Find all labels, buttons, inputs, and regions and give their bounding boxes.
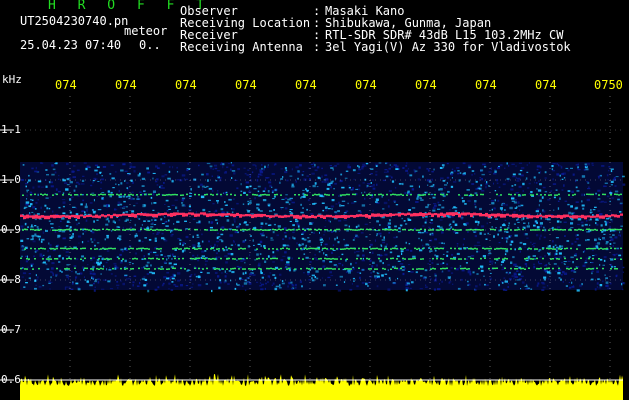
time-tick-label: 074 — [235, 78, 257, 92]
time-tick-label: 074 — [475, 78, 497, 92]
y-tick-label: 0.8 — [1, 273, 21, 286]
y-tick-label: 0.6 — [1, 373, 21, 386]
mode-tag: meteor — [124, 24, 168, 38]
file-name: UT2504230740.pn — [20, 14, 129, 28]
counter-label: 0.. — [139, 38, 161, 52]
signal-level-trace — [20, 374, 623, 400]
y-tick-label: 1.0 — [1, 173, 21, 186]
time-tick-label: 074 — [55, 78, 77, 92]
time-tick-label: 074 — [295, 78, 317, 92]
time-tick-label: 074 — [115, 78, 137, 92]
time-tick-label: 074 — [535, 78, 557, 92]
y-tick-label: 1.1 — [1, 123, 21, 136]
y-axis-unit: kHz — [2, 73, 22, 86]
noise-band — [20, 162, 626, 293]
y-tick-label: 0.7 — [1, 323, 21, 336]
spectrogram-plot — [0, 96, 626, 400]
capture-datetime: 25.04.23 07:40 — [20, 38, 122, 52]
time-tick-label: 074 — [415, 78, 437, 92]
info-value: 3el Yagi(V) Az 330 for Vladivostok — [325, 40, 571, 54]
y-tick-label: 0.9 — [1, 223, 21, 236]
time-tick-label: 0750 — [594, 78, 623, 92]
info-label: Receiving Antenna — [180, 40, 303, 54]
time-tick-label: 074 — [175, 78, 197, 92]
info-antenna: Receiving Antenna:3el Yagi(V) Az 330 for… — [180, 40, 571, 54]
time-tick-label: 074 — [355, 78, 377, 92]
